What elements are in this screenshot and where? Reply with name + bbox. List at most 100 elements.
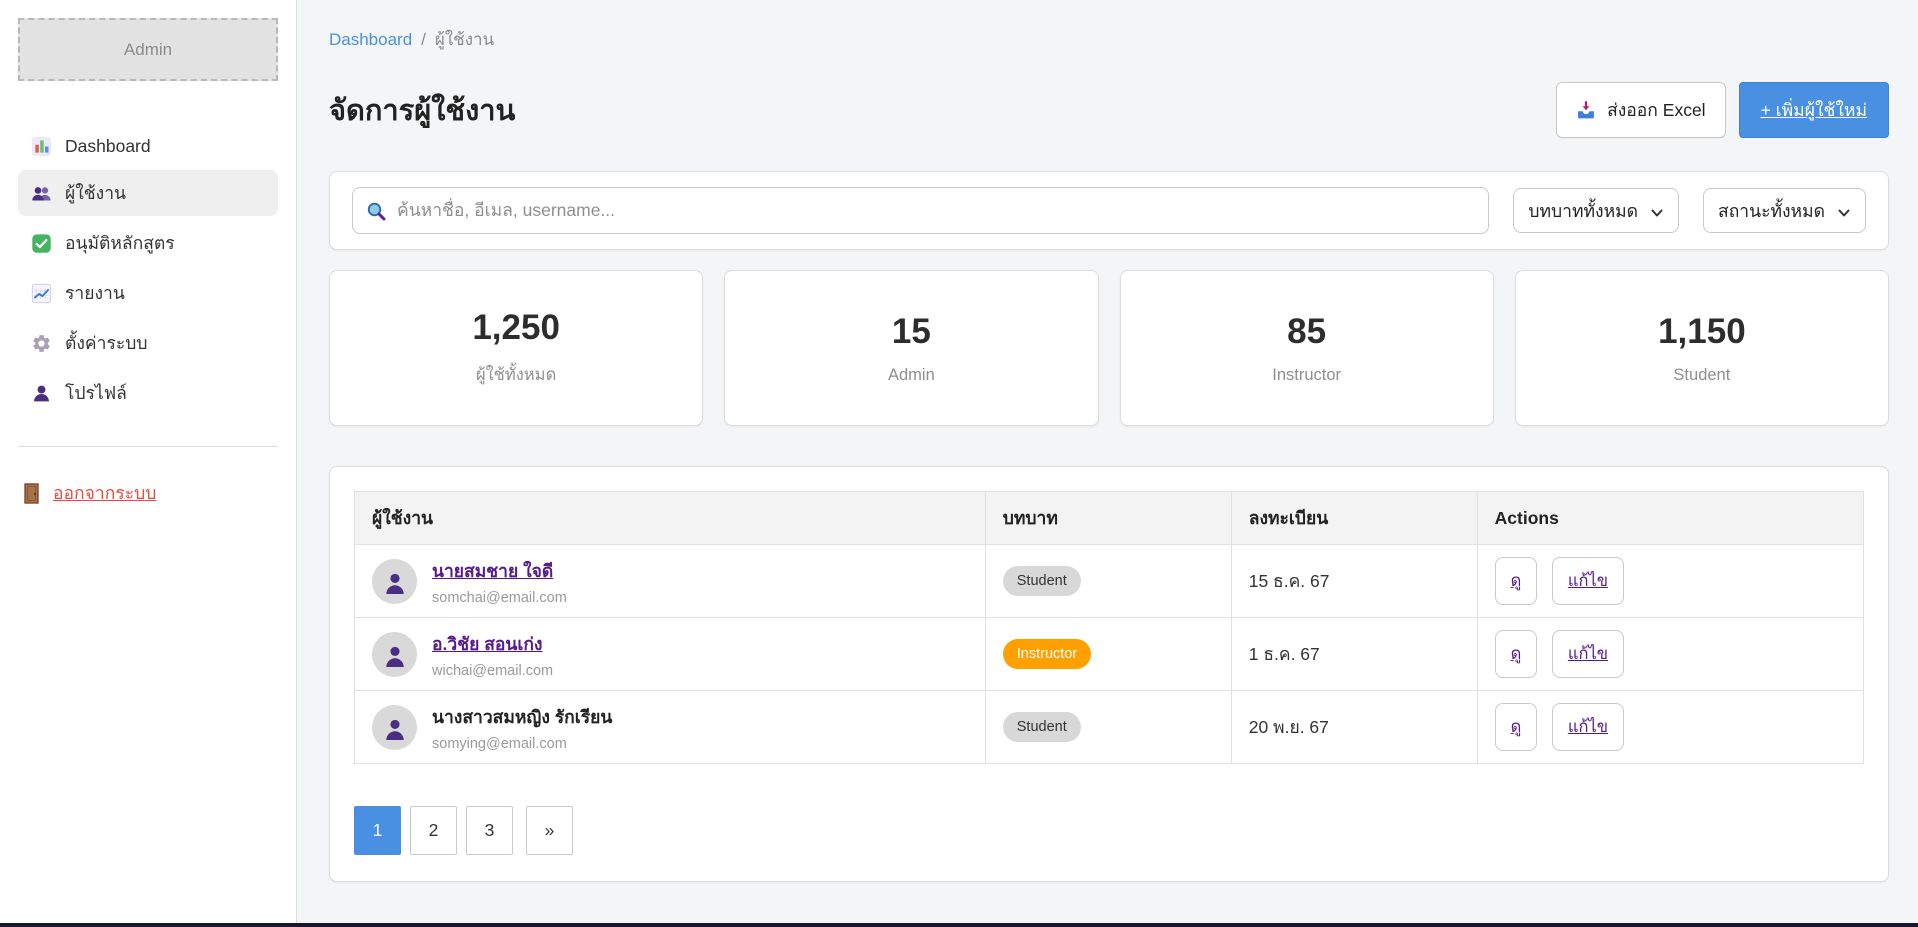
- role-badge: Student: [1003, 566, 1081, 596]
- stat-card-instructor: 85 Instructor: [1120, 270, 1494, 426]
- stats-row: 1,250 ผู้ใช้ทั้งหมด 15 Admin 85 Instruct…: [329, 270, 1889, 426]
- stat-value: 1,250: [472, 308, 560, 348]
- user-cell: นายสมชาย ใจดี somchai@email.com: [372, 557, 968, 606]
- filter-bar: บทบาททั้งหมด สถานะทั้งหมด: [329, 171, 1889, 250]
- users-table-card: ผู้ใช้งาน บทบาท ลงทะเบียน Actions นา: [329, 466, 1889, 882]
- registered-date: 20 พ.ย. 67: [1231, 691, 1477, 764]
- stat-label: Student: [1673, 366, 1730, 385]
- admin-logo-label: Admin: [124, 40, 172, 60]
- stat-label: ผู้ใช้ทั้งหมด: [476, 362, 556, 388]
- sidebar-item-label: Dashboard: [65, 136, 151, 157]
- page-button-next[interactable]: »: [526, 806, 573, 855]
- edit-button[interactable]: แก้ไข: [1552, 557, 1624, 605]
- users-icon: [31, 183, 52, 204]
- user-name-link[interactable]: นายสมชาย ใจดี: [432, 561, 553, 581]
- chevron-down-icon: [1837, 204, 1851, 218]
- stat-value: 85: [1287, 312, 1326, 352]
- breadcrumb: Dashboard / ผู้ใช้งาน: [329, 26, 1889, 53]
- search-wrap: [352, 187, 1489, 234]
- view-button[interactable]: ดู: [1495, 703, 1538, 751]
- page-header: จัดการผู้ใช้งาน ส่งออก Excel + เพิ่มผู้ใ…: [329, 82, 1889, 138]
- status-filter-select[interactable]: สถานะทั้งหมด: [1703, 188, 1866, 233]
- user-name-link[interactable]: อ.วิชัย สอนเก่ง: [432, 634, 542, 654]
- person-icon: [31, 383, 52, 404]
- user-email: wichai@email.com: [432, 663, 553, 679]
- gear-icon: [31, 333, 52, 354]
- column-header-actions: Actions: [1477, 492, 1863, 545]
- role-filter-select[interactable]: บทบาททั้งหมด: [1513, 188, 1679, 233]
- page-button-2[interactable]: 2: [410, 806, 457, 855]
- breadcrumb-dashboard-link[interactable]: Dashboard: [329, 30, 412, 50]
- stat-label: Admin: [888, 366, 935, 385]
- column-header-registered: ลงทะเบียน: [1231, 492, 1477, 545]
- bar-chart-icon: [31, 136, 52, 157]
- sidebar-item-label: ตั้งค่าระบบ: [65, 329, 147, 357]
- role-filter-value: บทบาททั้งหมด: [1528, 197, 1638, 225]
- role-badge: Instructor: [1003, 639, 1091, 669]
- table-row: นางสาวสมหญิง รักเรียน somying@email.com …: [355, 691, 1864, 764]
- sidebar-nav: Dashboard ผู้ใช้งาน อนุมัติหลักสูตร รายง…: [18, 127, 278, 416]
- admin-logo-placeholder: Admin: [18, 18, 278, 81]
- add-user-button[interactable]: + เพิ่มผู้ใช้ใหม่: [1739, 82, 1889, 138]
- registered-date: 15 ธ.ค. 67: [1231, 545, 1477, 618]
- user-name: นางสาวสมหญิง รักเรียน: [432, 707, 612, 727]
- main-content: Dashboard / ผู้ใช้งาน จัดการผู้ใช้งาน ส่…: [297, 0, 1918, 923]
- line-chart-icon: [31, 283, 52, 304]
- stat-card-admin: 15 Admin: [724, 270, 1098, 426]
- add-user-label: + เพิ่มผู้ใช้ใหม่: [1761, 100, 1867, 120]
- header-actions: ส่งออก Excel + เพิ่มผู้ใช้ใหม่: [1556, 82, 1889, 138]
- user-cell: นางสาวสมหญิง รักเรียน somying@email.com: [372, 703, 968, 752]
- export-excel-button[interactable]: ส่งออก Excel: [1556, 82, 1726, 138]
- status-filter-value: สถานะทั้งหมด: [1718, 197, 1825, 225]
- user-email: somying@email.com: [432, 736, 612, 752]
- sidebar-item-label: โปรไฟล์: [65, 379, 127, 407]
- search-icon: [366, 201, 386, 221]
- stat-card-total-users: 1,250 ผู้ใช้ทั้งหมด: [329, 270, 703, 426]
- logout-label: ออกจากระบบ: [53, 479, 156, 507]
- sidebar-item-label: รายงาน: [65, 279, 125, 307]
- logout-link[interactable]: ออกจากระบบ: [22, 479, 156, 507]
- view-button[interactable]: ดู: [1495, 557, 1538, 605]
- sidebar: Admin Dashboard ผู้ใช้งาน อนุมัติหลักสูต…: [0, 0, 297, 923]
- door-icon: [22, 483, 41, 504]
- view-button[interactable]: ดู: [1495, 630, 1538, 678]
- user-cell: อ.วิชัย สอนเก่ง wichai@email.com: [372, 630, 968, 679]
- edit-button[interactable]: แก้ไข: [1552, 703, 1624, 751]
- sidebar-item-course-approval[interactable]: อนุมัติหลักสูตร: [18, 220, 278, 266]
- table-row: นายสมชาย ใจดี somchai@email.com Student …: [355, 545, 1864, 618]
- column-header-role: บทบาท: [985, 492, 1231, 545]
- edit-button[interactable]: แก้ไข: [1552, 630, 1624, 678]
- sidebar-item-users[interactable]: ผู้ใช้งาน: [18, 170, 278, 216]
- page-button-3[interactable]: 3: [466, 806, 513, 855]
- stat-value: 15: [892, 312, 931, 352]
- page-title: จัดการผู้ใช้งาน: [329, 87, 515, 133]
- page-button-1[interactable]: 1: [354, 806, 401, 855]
- sidebar-divider: [18, 446, 278, 447]
- search-input[interactable]: [352, 187, 1489, 234]
- avatar: [372, 705, 417, 750]
- users-table: ผู้ใช้งาน บทบาท ลงทะเบียน Actions นา: [354, 491, 1864, 764]
- breadcrumb-separator: /: [421, 30, 426, 50]
- user-email: somchai@email.com: [432, 590, 567, 606]
- avatar: [372, 559, 417, 604]
- sidebar-item-dashboard[interactable]: Dashboard: [18, 127, 278, 166]
- stat-value: 1,150: [1658, 312, 1746, 352]
- stat-card-student: 1,150 Student: [1515, 270, 1889, 426]
- export-excel-label: ส่งออก Excel: [1607, 96, 1706, 124]
- sidebar-item-reports[interactable]: รายงาน: [18, 270, 278, 316]
- role-badge: Student: [1003, 712, 1081, 742]
- table-header-row: ผู้ใช้งาน บทบาท ลงทะเบียน Actions: [355, 492, 1864, 545]
- sidebar-item-label: ผู้ใช้งาน: [65, 179, 126, 207]
- pagination: 1 2 3 »: [354, 806, 1864, 855]
- sidebar-item-profile[interactable]: โปรไฟล์: [18, 370, 278, 416]
- sidebar-item-settings[interactable]: ตั้งค่าระบบ: [18, 320, 278, 366]
- chevron-down-icon: [1650, 204, 1664, 218]
- avatar: [372, 632, 417, 677]
- breadcrumb-current: ผู้ใช้งาน: [435, 26, 494, 53]
- stat-label: Instructor: [1272, 366, 1341, 385]
- column-header-user: ผู้ใช้งาน: [355, 492, 986, 545]
- inbox-tray-icon: [1576, 100, 1596, 120]
- check-icon: [31, 233, 52, 254]
- registered-date: 1 ธ.ค. 67: [1231, 618, 1477, 691]
- sidebar-item-label: อนุมัติหลักสูตร: [65, 229, 175, 257]
